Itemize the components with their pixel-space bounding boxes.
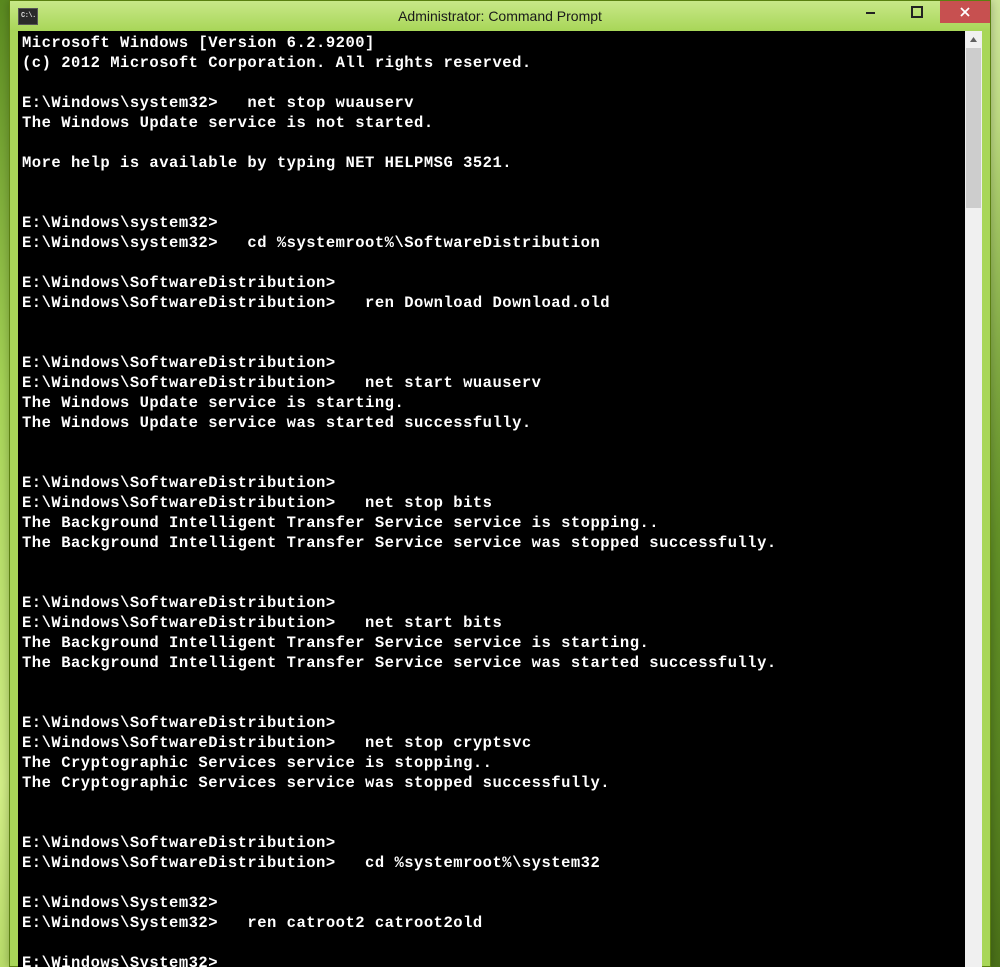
client-area: Microsoft Windows [Version 6.2.9200] (c)… bbox=[18, 31, 982, 967]
vertical-scroll-track[interactable] bbox=[965, 48, 982, 967]
command-prompt-window: C:\. Administrator: Command Prompt Micro… bbox=[9, 0, 991, 967]
console-output[interactable]: Microsoft Windows [Version 6.2.9200] (c)… bbox=[18, 31, 965, 967]
window-controls bbox=[848, 1, 990, 25]
cmd-icon: C:\. bbox=[18, 8, 38, 25]
maximize-button[interactable] bbox=[894, 1, 940, 23]
minimize-button[interactable] bbox=[848, 1, 894, 23]
window-title: Administrator: Command Prompt bbox=[10, 8, 990, 24]
vertical-scrollbar[interactable] bbox=[965, 31, 982, 967]
vertical-scroll-thumb[interactable] bbox=[966, 48, 981, 208]
scroll-up-button[interactable] bbox=[965, 31, 982, 48]
titlebar[interactable]: C:\. Administrator: Command Prompt bbox=[10, 1, 990, 31]
close-button[interactable] bbox=[940, 1, 990, 23]
